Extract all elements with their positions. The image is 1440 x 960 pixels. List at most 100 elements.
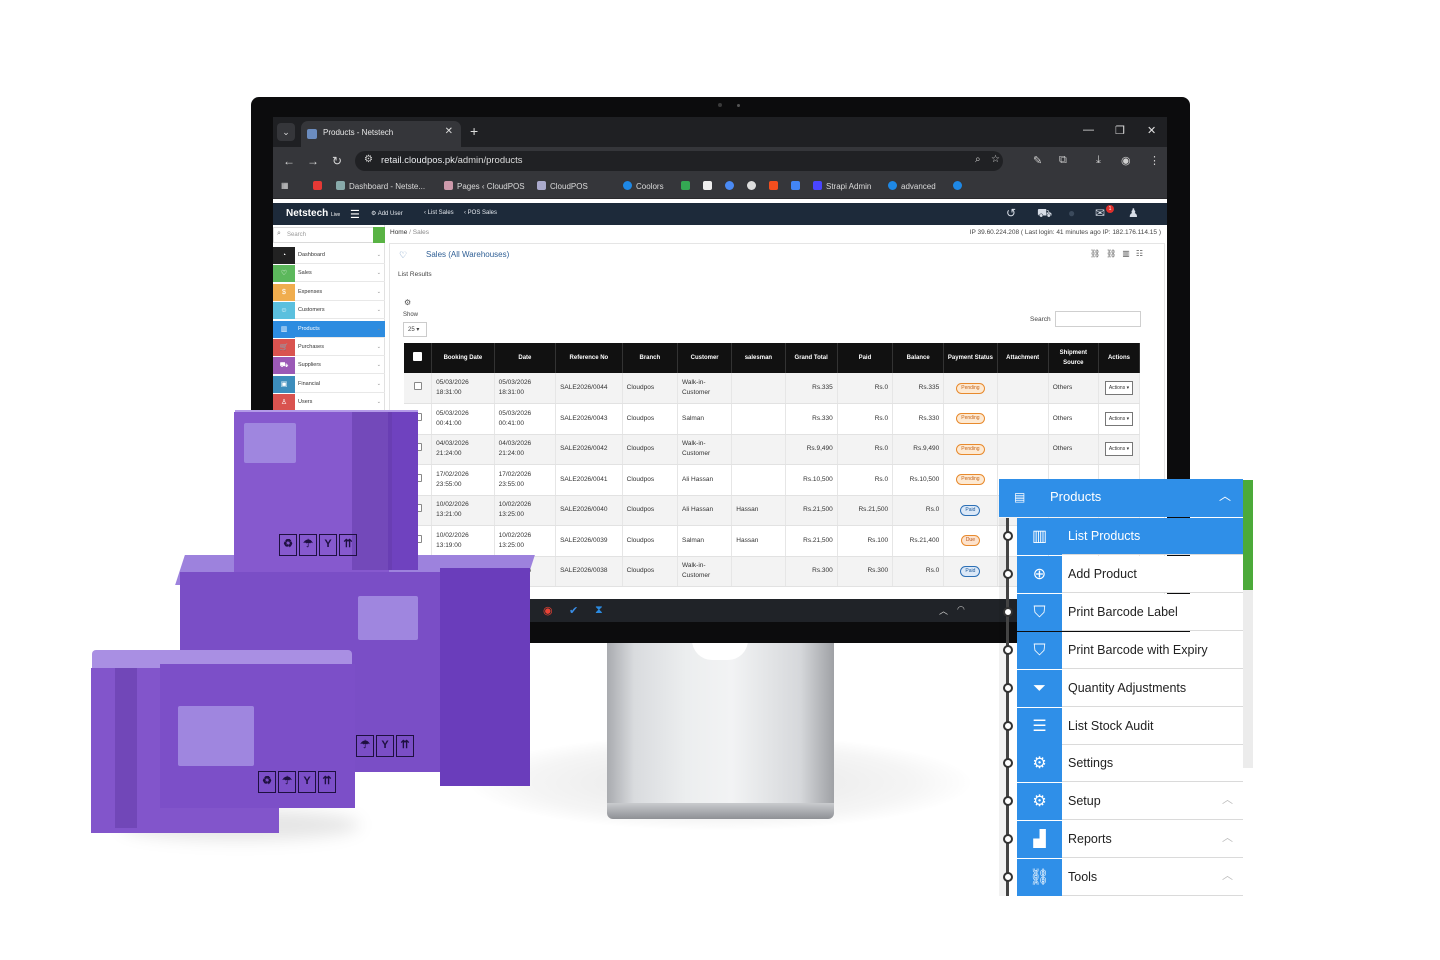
chatgpt-bookmark-icon[interactable] xyxy=(747,181,760,191)
new-tab-icon[interactable]: + xyxy=(470,123,478,139)
bookmark-advanced[interactable]: advanced xyxy=(888,181,936,191)
youtube-bookmark-icon[interactable] xyxy=(313,181,326,191)
zoom-icon[interactable]: ⌕ xyxy=(975,154,981,165)
table-row[interactable]: 05/03/2026 18:31:00 05/03/2026 18:31:00 SA… xyxy=(404,373,1141,404)
table-row[interactable]: 04/03/2026 21:24:00 04/03/2026 21:24:00 SA… xyxy=(404,434,1141,465)
bookmark-star-icon[interactable]: ☆ xyxy=(991,154,1000,165)
bell-icon[interactable]: ● xyxy=(1068,206,1075,220)
refresh-icon[interactable]: ↺ xyxy=(1006,206,1016,220)
tray-chevron-icon[interactable]: ︿ xyxy=(939,604,948,617)
products-menu-item-settings[interactable]: ⚙ Settings xyxy=(1017,745,1243,782)
products-menu-item-print-barcode-label[interactable]: ⛉ Print Barcode Label xyxy=(1017,594,1243,631)
column-header[interactable]: Shipment Source xyxy=(1048,343,1099,373)
menu-kebab-icon[interactable]: ⋮ xyxy=(1149,154,1160,167)
products-menu-item-quantity-adjustments[interactable]: ⏷ Quantity Adjustments xyxy=(1017,670,1243,707)
table-row[interactable]: 05/03/2026 00:41:00 05/03/2026 00:41:00 SA… xyxy=(404,403,1141,435)
bookmark-dashboard[interactable]: Dashboard - Netste... xyxy=(336,181,425,191)
actions-dropdown-button[interactable]: Actions ▾ xyxy=(1104,411,1134,426)
bookmark-coolors[interactable]: Coolors xyxy=(623,181,664,191)
minimize-icon[interactable]: — xyxy=(1083,124,1094,136)
column-header[interactable]: Balance xyxy=(892,343,945,373)
column-header[interactable]: Customer xyxy=(677,343,733,373)
sidebar-item-products[interactable]: ▥ Products ⌄ xyxy=(273,320,385,338)
row-checkbox[interactable] xyxy=(413,382,422,390)
profile-icon[interactable]: ◉ xyxy=(1121,154,1131,167)
column-header[interactable]: Attachment xyxy=(997,343,1049,373)
close-window-icon[interactable]: ✕ xyxy=(1147,124,1156,137)
column-header[interactable]: Branch xyxy=(622,343,678,373)
chevron-up-icon[interactable]: ︿ xyxy=(1222,867,1233,883)
sidebar-item-customers[interactable]: ☺ Customers ⌄ xyxy=(273,302,385,320)
sidebar-item-expenses[interactable]: $ Expenses ⌄ xyxy=(273,283,385,301)
wifi-icon[interactable]: ◠ xyxy=(957,604,965,615)
column-header[interactable]: Grand Total xyxy=(785,343,838,373)
reload-icon[interactable]: ↻ xyxy=(332,154,342,168)
menu-scroll-track[interactable] xyxy=(1243,590,1253,768)
pos-icon[interactable]: ⛟ xyxy=(1037,206,1052,222)
header-link-list-sales[interactable]: ‹ List Sales xyxy=(424,210,454,216)
column-header[interactable]: Actions xyxy=(1098,343,1141,373)
sheets-bookmark-icon[interactable] xyxy=(681,181,694,191)
sidebar-search[interactable]: ⌕ Search xyxy=(273,227,385,243)
sidebar-search-button[interactable] xyxy=(373,227,385,243)
bookmark-cloudpos[interactable]: CloudPOS xyxy=(537,181,588,191)
c-bookmark-icon[interactable] xyxy=(953,181,966,191)
chevron-up-icon[interactable]: ︿ xyxy=(1219,487,1231,504)
products-menu-item-list-stock-audit[interactable]: ☰ List Stock Audit xyxy=(1017,708,1243,745)
sidebar-item-users[interactable]: ♙ Users ⌄ xyxy=(273,394,385,412)
app-brand[interactable]: Netstech Live xyxy=(286,208,340,219)
site-info-icon[interactable]: ⚙ xyxy=(364,154,373,165)
tab-search-icon[interactable]: ⌄ xyxy=(277,123,295,141)
column-header[interactable]: Paid xyxy=(837,343,894,373)
chevron-up-icon[interactable]: ︿ xyxy=(1222,829,1233,845)
sidebar-item-purchases[interactable]: 🛒 Purchases ⌄ xyxy=(273,339,385,356)
vscode-taskbar-icon[interactable]: ⧗ xyxy=(595,604,603,617)
hamburger-icon[interactable]: ☰ xyxy=(350,208,360,221)
pencil-extension-icon[interactable]: ✎ xyxy=(1033,154,1042,167)
link-icon[interactable]: ⛓ xyxy=(1090,249,1106,258)
products-menu-item-list-products[interactable]: ▥ List Products xyxy=(1017,518,1243,555)
products-menu-header[interactable]: ▤ Products ︿ xyxy=(999,479,1243,517)
chevron-up-icon[interactable]: ︿ xyxy=(1222,791,1233,807)
page-size-select[interactable]: 25 ▾ xyxy=(403,322,427,337)
sidebar-item-suppliers[interactable]: ⛟ Suppliers ⌄ xyxy=(273,357,385,375)
actions-dropdown-button[interactable]: Actions ▾ xyxy=(1104,442,1134,457)
sidebar-item-financial[interactable]: ▣ Financial ⌄ xyxy=(273,375,385,393)
header-link-pos-sales[interactable]: ‹ POS Sales xyxy=(464,210,497,216)
address-bar[interactable]: ⚙ retail.cloudpos.pk/admin/products ⌕ ☆ xyxy=(355,151,1003,171)
tab-close-icon[interactable]: ✕ xyxy=(445,126,453,137)
select-all-checkbox[interactable] xyxy=(413,351,423,361)
column-header[interactable]: salesman xyxy=(731,343,786,373)
docs-bookmark-icon[interactable] xyxy=(791,181,804,191)
download-icon[interactable]: ⤓ xyxy=(1096,154,1101,167)
column-header[interactable]: Reference No xyxy=(555,343,623,373)
figma-bookmark-icon[interactable] xyxy=(769,181,782,191)
mail-icon[interactable]: ✉ xyxy=(1095,206,1105,220)
bookmark-pages[interactable]: Pages ‹ CloudPOS xyxy=(444,181,525,191)
header-link-add-user[interactable]: ⚙ Add User xyxy=(371,210,403,217)
chrome-taskbar-icon[interactable]: ◉ xyxy=(543,604,553,617)
sidebar-item-dashboard[interactable]: ◔ Dashboard ⌄ xyxy=(273,247,385,264)
link-alt-icon[interactable]: ⛓ xyxy=(1106,249,1122,258)
user-avatar-icon[interactable]: ♟ xyxy=(1128,206,1139,220)
sidebar-item-sales[interactable]: ♡ Sales ⌄ xyxy=(273,265,385,283)
apps-icon[interactable]: ▦ xyxy=(281,181,289,190)
check-taskbar-icon[interactable]: ✔ xyxy=(569,604,578,617)
actions-dropdown-button[interactable]: Actions ▾ xyxy=(1104,381,1134,395)
products-menu-item-tools[interactable]: ⛓ Tools ︿ xyxy=(1017,859,1243,896)
extensions-icon[interactable]: ⧉ xyxy=(1059,154,1067,167)
products-menu-item-print-barcode-with-expiry[interactable]: ⛉ Print Barcode with Expiry xyxy=(1017,632,1243,669)
settings-gears-icon[interactable]: ⚙ xyxy=(404,298,411,307)
column-header[interactable]: Booking Date xyxy=(431,343,495,373)
bookmark-strapi[interactable]: Strapi Admin xyxy=(813,181,871,191)
gemini-bookmark-icon[interactable] xyxy=(725,181,738,191)
products-menu-item-add-product[interactable]: ⊕ Add Product xyxy=(1017,556,1243,593)
column-header[interactable]: Payment Status xyxy=(943,343,998,373)
table-search-input[interactable] xyxy=(1055,311,1141,327)
columns-icon[interactable]: ▥ xyxy=(1122,249,1136,258)
forward-icon[interactable]: → xyxy=(307,154,319,168)
products-menu-item-setup[interactable]: ⚙ Setup ︿ xyxy=(1017,783,1243,820)
products-menu-item-reports[interactable]: ▟ Reports ︿ xyxy=(1017,821,1243,858)
column-header[interactable]: Date xyxy=(494,343,557,373)
breadcrumb-home[interactable]: Home xyxy=(390,229,407,236)
